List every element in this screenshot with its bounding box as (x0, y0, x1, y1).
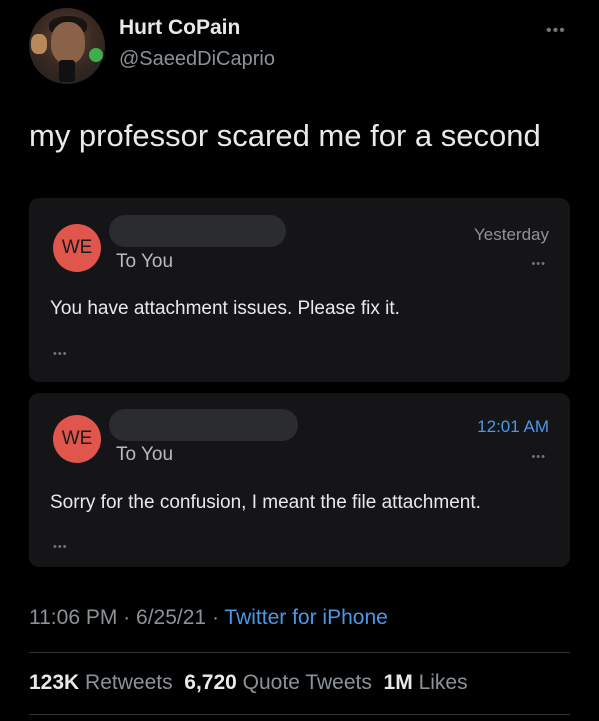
message-more-icon[interactable]: ••• (531, 451, 546, 463)
expand-more-icon[interactable]: ••• (53, 348, 68, 360)
profile-avatar[interactable] (29, 8, 105, 84)
tweet-time[interactable]: 11:06 PM (29, 606, 117, 629)
quote-tweets-stat[interactable]: 6,720 Quote Tweets (184, 671, 372, 694)
email-card-1: WE To You Yesterday ••• You have attachm… (29, 198, 570, 382)
message-more-icon[interactable]: ••• (531, 258, 546, 270)
separator: · (123, 606, 131, 629)
avatar-face (51, 22, 85, 64)
divider (29, 714, 570, 715)
recipient-label: To You (116, 251, 174, 272)
likes-stat[interactable]: 1M Likes (384, 671, 468, 694)
redacted-sender-name (109, 215, 286, 247)
likes-count: 1M (383, 671, 413, 694)
avatar-green-figure (89, 48, 103, 62)
more-horizontal-icon[interactable]: ••• (546, 22, 566, 40)
recipient-label: To You (116, 444, 174, 465)
redacted-sender-name (109, 409, 298, 441)
user-handle[interactable]: @SaeedDiCaprio (119, 48, 275, 71)
expand-more-icon[interactable]: ••• (53, 541, 68, 553)
sender-avatar: WE (53, 224, 101, 272)
avatar-figure-left (31, 34, 47, 54)
likes-label: Likes (418, 671, 468, 694)
retweets-label: Retweets (85, 671, 173, 694)
tweet-text: my professor scared me for a second (29, 118, 541, 153)
avatar-phone (59, 60, 75, 82)
retweets-stat[interactable]: 123K Retweets (29, 671, 173, 694)
message-body: Sorry for the confusion, I meant the fil… (50, 492, 481, 513)
message-time: Yesterday (474, 225, 549, 244)
tweet-stats: 123K Retweets 6,720 Quote Tweets 1M Like… (29, 671, 468, 695)
separator: · (211, 606, 219, 629)
retweets-count: 123K (29, 671, 80, 694)
tweet-metadata: 11:06 PM · 6/25/21 · Twitter for iPhone (29, 606, 388, 630)
quotes-label: Quote Tweets (242, 671, 372, 694)
sender-avatar: WE (53, 415, 101, 463)
email-card-2: WE To You 12:01 AM ••• Sorry for the con… (29, 393, 570, 567)
divider (29, 652, 570, 653)
display-name[interactable]: Hurt CoPain (119, 16, 240, 40)
message-body: You have attachment issues. Please fix i… (50, 298, 400, 319)
quotes-count: 6,720 (184, 671, 237, 694)
message-time: 12:01 AM (477, 417, 549, 436)
tweet-source-link[interactable]: Twitter for iPhone (224, 606, 387, 629)
tweet-date[interactable]: 6/25/21 (136, 606, 206, 629)
